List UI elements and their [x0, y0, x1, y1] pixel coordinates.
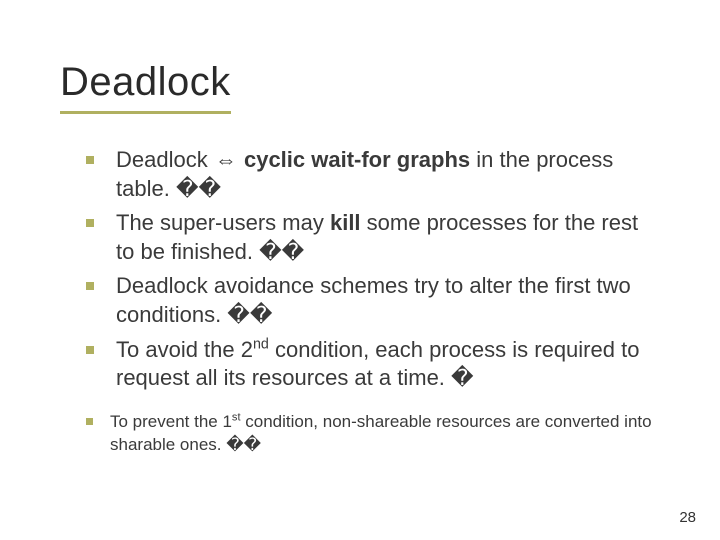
sub-bullet-list: To prevent the 1st condition, non-sharea…: [86, 411, 660, 457]
text: Deadlock: [116, 147, 214, 172]
text-bold: kill: [330, 210, 361, 235]
bullet-item: The super-users may kill some processes …: [86, 209, 660, 266]
ordinal: st: [232, 411, 241, 423]
ordinal: nd: [253, 336, 269, 352]
text: Deadlock avoidance schemes try to alter …: [116, 273, 631, 327]
bullet-list: Deadlock cyclic wait-for graphs in the p…: [86, 146, 660, 393]
page-number: 28: [679, 509, 696, 526]
bullet-item: To avoid the 2nd condition, each process…: [86, 336, 660, 393]
placeholder-glyphs: ��: [176, 176, 221, 201]
title-underline: Deadlock: [60, 60, 231, 114]
slide: Deadlock Deadlock cyclic wait-for graphs…: [0, 0, 720, 540]
placeholder-glyphs: ��: [226, 435, 261, 454]
placeholder-glyphs: ��: [227, 302, 272, 327]
slide-title: Deadlock: [60, 60, 231, 105]
placeholder-glyphs: �: [451, 365, 474, 390]
iff-icon: [214, 146, 238, 175]
sub-bullet-item: To prevent the 1st condition, non-sharea…: [86, 411, 660, 457]
placeholder-glyphs: ��: [259, 239, 304, 264]
bullet-item: Deadlock avoidance schemes try to alter …: [86, 272, 660, 329]
text: To avoid the 2: [116, 337, 253, 362]
text-bold: cyclic wait-for graphs: [244, 147, 470, 172]
bullet-item: Deadlock cyclic wait-for graphs in the p…: [86, 146, 660, 203]
text: To prevent the 1: [110, 412, 232, 431]
text: The super-users may: [116, 210, 330, 235]
